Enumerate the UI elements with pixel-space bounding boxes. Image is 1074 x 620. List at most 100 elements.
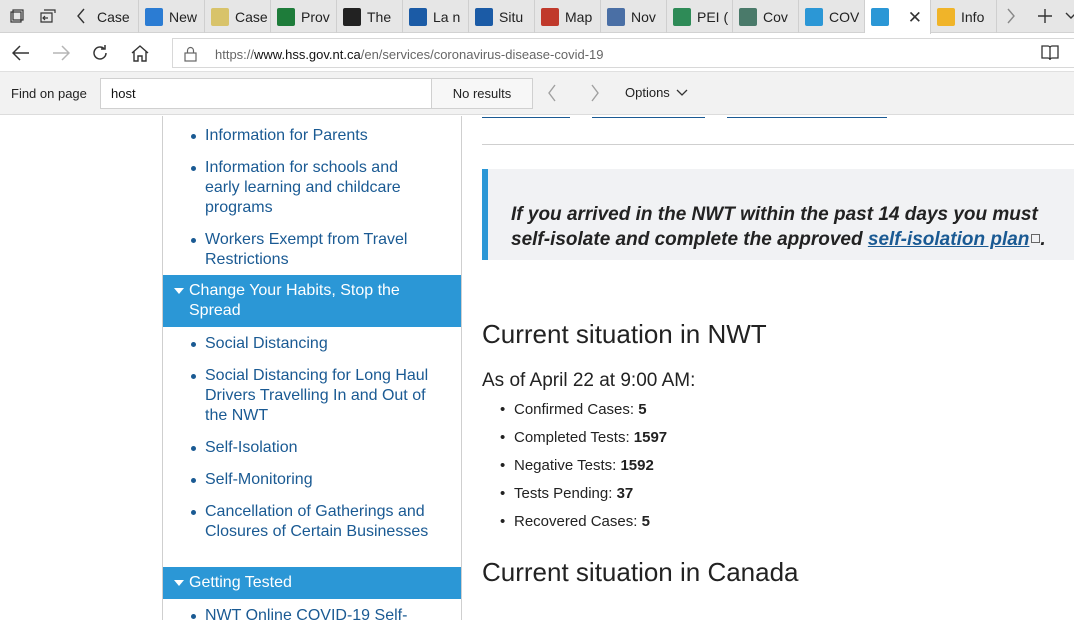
fleur-icon: [409, 7, 427, 26]
sidebar-item-parents[interactable]: Information for Parents: [191, 126, 430, 146]
stat-value: 5: [641, 513, 650, 530]
browser-tab[interactable]: Nov: [601, 0, 667, 33]
find-previous-icon[interactable]: [547, 84, 565, 104]
sidebar-item-online-self-assessment[interactable]: NWT Online COVID-19 Self-: [191, 606, 430, 620]
tab-title: PEI (: [697, 8, 729, 25]
stat-label: Tests Pending:: [514, 485, 617, 502]
sidebar-item-social-distancing[interactable]: Social Distancing: [191, 334, 430, 354]
arc-icon: [937, 7, 955, 26]
tab-title: Cov: [763, 8, 788, 25]
polar-bear-icon: [871, 8, 889, 26]
browser-tab[interactable]: COV: [799, 0, 865, 33]
stat-tests-pending: Tests Pending: 37: [500, 484, 667, 512]
cut-off-link[interactable]: [482, 116, 570, 118]
external-link-icon: [1031, 234, 1041, 243]
tab-title: Prov: [301, 8, 330, 25]
tab-list-icon[interactable]: [1060, 6, 1074, 26]
sidebar-item-cancellation-gatherings[interactable]: Cancellation of Gatherings and Closures …: [191, 502, 430, 542]
as-of-date: As of April 22 at 9:00 AM:: [482, 370, 696, 391]
tab-scroll-right-icon[interactable]: [1000, 6, 1022, 26]
lock-icon[interactable]: [184, 46, 197, 67]
refresh-button[interactable]: [87, 41, 113, 65]
url-path: /en/services/coronavirus-disease-covid-1…: [360, 47, 604, 62]
browser-tab[interactable]: La n: [403, 0, 469, 33]
find-bar: Find on page No results Options: [0, 72, 1074, 115]
chart-icon: [145, 7, 163, 26]
self-isolation-plan-link[interactable]: self-isolation plan: [868, 229, 1030, 250]
stat-label: Recovered Cases:: [514, 513, 642, 530]
tab-title: Situ: [499, 8, 524, 25]
sidebar-section-getting-tested[interactable]: Getting Tested: [163, 567, 461, 599]
globe-icon: [739, 7, 757, 26]
tabs-aside-icon[interactable]: [37, 6, 59, 26]
browser-tab[interactable]: New: [139, 0, 205, 33]
tab-title: Map: [565, 8, 593, 25]
pencil-icon: [211, 7, 229, 26]
browser-tab[interactable]: Prov: [271, 0, 337, 33]
cut-off-link[interactable]: [592, 116, 705, 118]
fleur-icon: [475, 7, 493, 26]
find-next-icon[interactable]: [590, 84, 608, 104]
shield-icon: [343, 7, 361, 26]
url-host: www.hss.gov.nt.ca: [254, 47, 361, 62]
page-content: Information for Parents Information for …: [0, 116, 1074, 620]
browser-tab[interactable]: Case: [205, 0, 271, 33]
browser-tab[interactable]: Case: [97, 0, 139, 33]
find-options-label: Options: [625, 85, 670, 100]
tab-title: Case: [97, 8, 130, 25]
new-tab-icon[interactable]: [1034, 6, 1056, 26]
tab-actions-icon[interactable]: [6, 6, 28, 26]
people-icon: [673, 7, 691, 26]
sidebar-item-schools[interactable]: Information for schools and early learni…: [191, 158, 430, 218]
self-isolation-callout: If you arrived in the NWT within the pas…: [482, 169, 1074, 260]
cut-off-link[interactable]: [727, 116, 887, 118]
tab-bar: Case New Case Prov The La n Situ Map Nov PEI ( Cov…: [0, 0, 1074, 34]
tab-title: Info: [961, 8, 985, 25]
callout-text: If you arrived in the NWT within the pas…: [511, 202, 1074, 252]
browser-tab[interactable]: Info: [931, 0, 997, 33]
find-results-count: No results: [432, 78, 533, 109]
nwt-stats-list: Confirmed Cases: 5 Completed Tests: 1597…: [500, 400, 667, 540]
reading-view-icon[interactable]: [1040, 44, 1060, 62]
callout-line-1: If you arrived in the NWT within the pas…: [511, 204, 1038, 225]
sidebar-item-self-monitoring[interactable]: Self-Monitoring: [191, 470, 430, 490]
address-bar[interactable]: https://www.hss.gov.nt.ca/en/services/co…: [172, 38, 1074, 68]
navigation-bar: https://www.hss.gov.nt.ca/en/services/co…: [0, 34, 1074, 72]
browser-tab[interactable]: The: [337, 0, 403, 33]
forward-button[interactable]: [48, 41, 74, 65]
stat-value: 5: [638, 401, 647, 418]
browser-tab[interactable]: Cov: [733, 0, 799, 33]
sidebar-item-workers-exempt[interactable]: Workers Exempt from Travel Restrictions: [191, 230, 430, 270]
browser-tab[interactable]: PEI (: [667, 0, 733, 33]
sidebar-item-self-isolation[interactable]: Self-Isolation: [191, 438, 430, 458]
tab-title: La n: [433, 8, 461, 25]
divider: [482, 144, 1074, 145]
tab-scroll-left-icon[interactable]: [70, 6, 92, 26]
callout-period: .: [1040, 229, 1046, 250]
stat-confirmed-cases: Confirmed Cases: 5: [500, 400, 667, 428]
find-input[interactable]: [100, 78, 432, 109]
sidebar-nav: Information for Parents Information for …: [162, 116, 462, 620]
close-tab-icon[interactable]: ✕: [908, 8, 922, 28]
heading-canada-situation: Current situation in Canada: [482, 557, 799, 587]
sidebar-item-long-haul-drivers[interactable]: Social Distancing for Long Haul Drivers …: [191, 366, 430, 426]
stat-completed-tests: Completed Tests: 1597: [500, 428, 667, 456]
badge-icon: [805, 7, 823, 26]
home-button[interactable]: [127, 41, 153, 65]
browser-tab[interactable]: Map: [535, 0, 601, 33]
find-options-button[interactable]: Options: [625, 85, 688, 100]
main-content: If you arrived in the NWT within the pas…: [482, 116, 1074, 620]
stat-recovered-cases: Recovered Cases: 5: [500, 512, 667, 540]
url-prefix: https://: [215, 47, 255, 62]
heading-nwt-situation: Current situation in NWT: [482, 319, 767, 349]
browser-tab[interactable]: Situ: [469, 0, 535, 33]
tab-title: New: [169, 8, 198, 25]
back-button[interactable]: [8, 41, 34, 65]
browser-tab[interactable]: ✕: [865, 0, 931, 34]
tab-title: Case: [235, 8, 268, 25]
sidebar-section-habits[interactable]: Change Your Habits, Stop the Spread: [163, 275, 461, 327]
tab-title: Nov: [631, 8, 656, 25]
image-icon: [607, 7, 625, 26]
find-label: Find on page: [11, 86, 87, 101]
stat-label: Confirmed Cases:: [514, 401, 639, 418]
